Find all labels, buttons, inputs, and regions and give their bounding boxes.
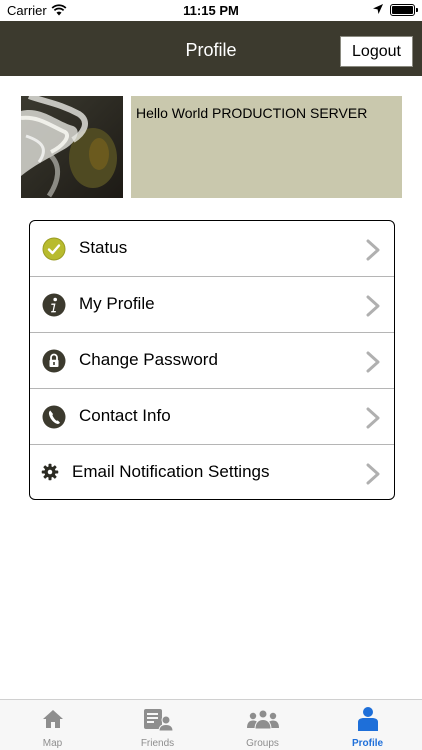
tab-bar: Map Friends Groups Profile: [0, 699, 422, 750]
status-bar: Carrier 11:15 PM: [0, 0, 422, 21]
logout-button[interactable]: Logout: [340, 36, 413, 67]
info-icon: [42, 293, 66, 317]
menu-item-change-password[interactable]: Change Password: [30, 333, 394, 389]
battery-icon: [390, 4, 418, 16]
menu-item-label: Email Notification Settings: [72, 462, 270, 481]
chevron-right-icon: [366, 407, 380, 429]
greeting-panel: Hello World PRODUCTION SERVER: [131, 96, 402, 198]
avatar[interactable]: [21, 96, 123, 198]
menu-item-status[interactable]: Status: [30, 221, 394, 277]
menu-item-label: Status: [79, 238, 128, 257]
menu-item-email-notification-settings[interactable]: Email Notification Settings: [30, 445, 394, 499]
menu-item-label: Change Password: [79, 350, 218, 369]
tab-label: Friends: [140, 738, 175, 749]
tab-map[interactable]: Map: [0, 700, 105, 750]
tab-groups[interactable]: Groups: [210, 700, 315, 750]
menu-item-contact-info[interactable]: Contact Info: [30, 389, 394, 445]
tab-label: Map: [42, 738, 63, 749]
tab-label: Groups: [246, 738, 279, 749]
phone-icon: [42, 405, 66, 429]
location-arrow-icon: [373, 4, 383, 14]
check-circle-icon: [42, 237, 66, 261]
gear-icon: [41, 463, 59, 481]
groups-icon: [246, 709, 279, 730]
navigation-bar: Profile Logout: [0, 21, 422, 76]
tab-label: Profile: [351, 738, 384, 749]
chevron-right-icon: [366, 463, 380, 485]
friends-icon: [143, 709, 174, 732]
greeting-text: Hello World PRODUCTION SERVER: [136, 105, 368, 121]
menu-item-label: My Profile: [79, 294, 155, 313]
chevron-right-icon: [366, 239, 380, 261]
lock-icon: [42, 349, 66, 373]
menu-item-my-profile[interactable]: My Profile: [30, 277, 394, 333]
waterfall-photo: [21, 96, 123, 198]
menu-item-label: Contact Info: [79, 406, 171, 425]
clock: 11:15 PM: [183, 3, 239, 18]
home-icon: [42, 710, 63, 728]
tab-profile[interactable]: Profile: [315, 700, 420, 750]
person-icon: [357, 707, 378, 731]
chevron-right-icon: [366, 351, 380, 373]
profile-menu: Status My Profile Change Password Contac…: [29, 220, 395, 500]
tab-friends[interactable]: Friends: [105, 700, 210, 750]
chevron-right-icon: [366, 295, 380, 317]
